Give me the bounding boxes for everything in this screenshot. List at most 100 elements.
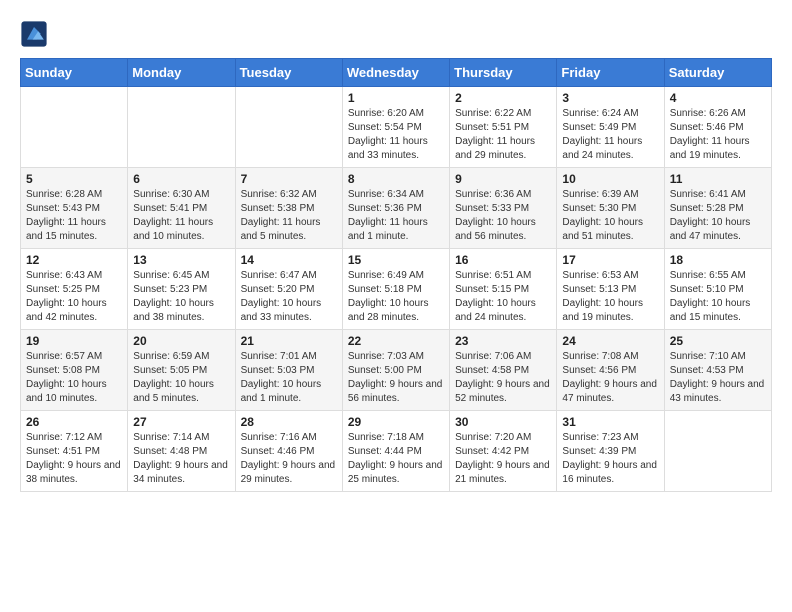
calendar-cell: 23 Sunrise: 7:06 AM Sunset: 4:58 PM Dayli…	[450, 330, 557, 411]
calendar-cell: 4 Sunrise: 6:26 AM Sunset: 5:46 PM Daylig…	[664, 87, 771, 168]
day-info: Sunrise: 6:53 AM Sunset: 5:13 PM Dayligh…	[562, 269, 658, 325]
calendar-cell: 2 Sunrise: 6:22 AM Sunset: 5:51 PM Daylig…	[450, 87, 557, 168]
day-info: Sunrise: 7:01 AM Sunset: 5:03 PM Dayligh…	[241, 350, 337, 406]
calendar-cell	[235, 87, 342, 168]
day-number: 19	[26, 334, 122, 348]
day-info: Sunrise: 6:34 AM Sunset: 5:36 PM Dayligh…	[348, 188, 444, 244]
day-of-week-header: Tuesday	[235, 59, 342, 87]
day-info: Sunrise: 6:39 AM Sunset: 5:30 PM Dayligh…	[562, 188, 658, 244]
calendar-cell: 20 Sunrise: 6:59 AM Sunset: 5:05 PM Dayli…	[128, 330, 235, 411]
day-info: Sunrise: 6:55 AM Sunset: 5:10 PM Dayligh…	[670, 269, 766, 325]
day-info: Sunrise: 6:45 AM Sunset: 5:23 PM Dayligh…	[133, 269, 229, 325]
calendar-cell: 27Sunrise: 7:14 AM Sunset: 4:48 PM Dayli…	[128, 411, 235, 492]
calendar-week-row: 1Sunrise: 6:20 AM Sunset: 5:54 PM Daylig…	[21, 87, 772, 168]
day-info: Sunrise: 6:22 AM Sunset: 5:51 PM Dayligh…	[455, 107, 551, 163]
day-info: Sunrise: 7:16 AM Sunset: 4:46 PM Dayligh…	[241, 431, 337, 487]
day-info: Sunrise: 6:51 AM Sunset: 5:15 PM Dayligh…	[455, 269, 551, 325]
calendar-cell: 19 Sunrise: 6:57 AM Sunset: 5:08 PM Dayli…	[21, 330, 128, 411]
calendar-cell: 10 Sunrise: 6:39 AM Sunset: 5:30 PM Dayli…	[557, 168, 664, 249]
calendar-cell: 17 Sunrise: 6:53 AM Sunset: 5:13 PM Dayli…	[557, 249, 664, 330]
calendar-cell: 26 Sunrise: 7:12 AM Sunset: 4:51 PM Dayli…	[21, 411, 128, 492]
day-info: Sunrise: 6:36 AM Sunset: 5:33 PM Dayligh…	[455, 188, 551, 244]
calendar-week-row: 12 Sunrise: 6:43 AM Sunset: 5:25 PM Dayli…	[21, 249, 772, 330]
day-info: Sunrise: 6:47 AM Sunset: 5:20 PM Dayligh…	[241, 269, 337, 325]
day-number: 29	[348, 415, 444, 429]
calendar: SundayMondayTuesdayWednesdayThursdayFrid…	[20, 58, 772, 492]
calendar-header-row: SundayMondayTuesdayWednesdayThursdayFrid…	[21, 59, 772, 87]
day-info: Sunrise: 6:32 AM Sunset: 5:38 PM Dayligh…	[241, 188, 337, 244]
day-number: 15	[348, 253, 444, 267]
day-of-week-header: Thursday	[450, 59, 557, 87]
calendar-cell: 21 Sunrise: 7:01 AM Sunset: 5:03 PM Dayli…	[235, 330, 342, 411]
day-info: Sunrise: 7:08 AM Sunset: 4:56 PM Dayligh…	[562, 350, 658, 406]
day-info: Sunrise: 6:41 AM Sunset: 5:28 PM Dayligh…	[670, 188, 766, 244]
calendar-cell	[21, 87, 128, 168]
day-number: 20	[133, 334, 229, 348]
day-info: Sunrise: 6:24 AM Sunset: 5:49 PM Dayligh…	[562, 107, 658, 163]
day-number: 25	[670, 334, 766, 348]
day-number: 9	[455, 172, 551, 186]
day-of-week-header: Wednesday	[342, 59, 449, 87]
day-number: 26	[26, 415, 122, 429]
calendar-cell: 18 Sunrise: 6:55 AM Sunset: 5:10 PM Dayli…	[664, 249, 771, 330]
day-info: Sunrise: 6:49 AM Sunset: 5:18 PM Dayligh…	[348, 269, 444, 325]
day-number: 8	[348, 172, 444, 186]
calendar-week-row: 26 Sunrise: 7:12 AM Sunset: 4:51 PM Dayli…	[21, 411, 772, 492]
day-number: 5	[26, 172, 122, 186]
day-info: Sunrise: 7:06 AM Sunset: 4:58 PM Dayligh…	[455, 350, 551, 406]
calendar-cell: 16 Sunrise: 6:51 AM Sunset: 5:15 PM Dayli…	[450, 249, 557, 330]
calendar-cell: 6 Sunrise: 6:30 AM Sunset: 5:41 PM Daylig…	[128, 168, 235, 249]
calendar-cell: 3 Sunrise: 6:24 AM Sunset: 5:49 PM Daylig…	[557, 87, 664, 168]
day-info: Sunrise: 6:57 AM Sunset: 5:08 PM Dayligh…	[26, 350, 122, 406]
calendar-cell	[664, 411, 771, 492]
day-number: 30	[455, 415, 551, 429]
day-of-week-header: Saturday	[664, 59, 771, 87]
day-number: 14	[241, 253, 337, 267]
day-number: 6	[133, 172, 229, 186]
calendar-cell: 31Sunrise: 7:23 AM Sunset: 4:39 PM Dayli…	[557, 411, 664, 492]
day-number: 23	[455, 334, 551, 348]
day-number: 11	[670, 172, 766, 186]
calendar-cell: 9 Sunrise: 6:36 AM Sunset: 5:33 PM Daylig…	[450, 168, 557, 249]
calendar-cell: 25 Sunrise: 7:10 AM Sunset: 4:53 PM Dayli…	[664, 330, 771, 411]
calendar-week-row: 19 Sunrise: 6:57 AM Sunset: 5:08 PM Dayli…	[21, 330, 772, 411]
day-of-week-header: Sunday	[21, 59, 128, 87]
day-number: 18	[670, 253, 766, 267]
day-info: Sunrise: 6:43 AM Sunset: 5:25 PM Dayligh…	[26, 269, 122, 325]
calendar-cell: 7 Sunrise: 6:32 AM Sunset: 5:38 PM Daylig…	[235, 168, 342, 249]
calendar-week-row: 5 Sunrise: 6:28 AM Sunset: 5:43 PM Daylig…	[21, 168, 772, 249]
day-info: Sunrise: 7:10 AM Sunset: 4:53 PM Dayligh…	[670, 350, 766, 406]
day-info: Sunrise: 6:28 AM Sunset: 5:43 PM Dayligh…	[26, 188, 122, 244]
day-number: 3	[562, 91, 658, 105]
day-number: 21	[241, 334, 337, 348]
calendar-cell: 8 Sunrise: 6:34 AM Sunset: 5:36 PM Daylig…	[342, 168, 449, 249]
calendar-cell: 11 Sunrise: 6:41 AM Sunset: 5:28 PM Dayli…	[664, 168, 771, 249]
day-info: Sunrise: 7:12 AM Sunset: 4:51 PM Dayligh…	[26, 431, 122, 487]
calendar-cell: 30 Sunrise: 7:20 AM Sunset: 4:42 PM Dayli…	[450, 411, 557, 492]
day-info: Sunrise: 7:03 AM Sunset: 5:00 PM Dayligh…	[348, 350, 444, 406]
calendar-cell: 1Sunrise: 6:20 AM Sunset: 5:54 PM Daylig…	[342, 87, 449, 168]
day-number: 16	[455, 253, 551, 267]
day-info: Sunrise: 7:14 AM Sunset: 4:48 PM Dayligh…	[133, 431, 229, 487]
calendar-cell: 22Sunrise: 7:03 AM Sunset: 5:00 PM Dayli…	[342, 330, 449, 411]
logo-icon	[20, 20, 48, 48]
day-info: Sunrise: 7:18 AM Sunset: 4:44 PM Dayligh…	[348, 431, 444, 487]
day-info: Sunrise: 7:20 AM Sunset: 4:42 PM Dayligh…	[455, 431, 551, 487]
day-of-week-header: Monday	[128, 59, 235, 87]
day-number: 12	[26, 253, 122, 267]
day-number: 17	[562, 253, 658, 267]
calendar-cell: 28Sunrise: 7:16 AM Sunset: 4:46 PM Dayli…	[235, 411, 342, 492]
calendar-cell: 24Sunrise: 7:08 AM Sunset: 4:56 PM Dayli…	[557, 330, 664, 411]
day-number: 10	[562, 172, 658, 186]
day-number: 31	[562, 415, 658, 429]
day-info: Sunrise: 6:30 AM Sunset: 5:41 PM Dayligh…	[133, 188, 229, 244]
calendar-cell: 5 Sunrise: 6:28 AM Sunset: 5:43 PM Daylig…	[21, 168, 128, 249]
day-of-week-header: Friday	[557, 59, 664, 87]
calendar-cell: 15 Sunrise: 6:49 AM Sunset: 5:18 PM Dayli…	[342, 249, 449, 330]
day-info: Sunrise: 6:26 AM Sunset: 5:46 PM Dayligh…	[670, 107, 766, 163]
day-number: 7	[241, 172, 337, 186]
day-number: 4	[670, 91, 766, 105]
day-info: Sunrise: 6:59 AM Sunset: 5:05 PM Dayligh…	[133, 350, 229, 406]
day-number: 13	[133, 253, 229, 267]
day-number: 2	[455, 91, 551, 105]
